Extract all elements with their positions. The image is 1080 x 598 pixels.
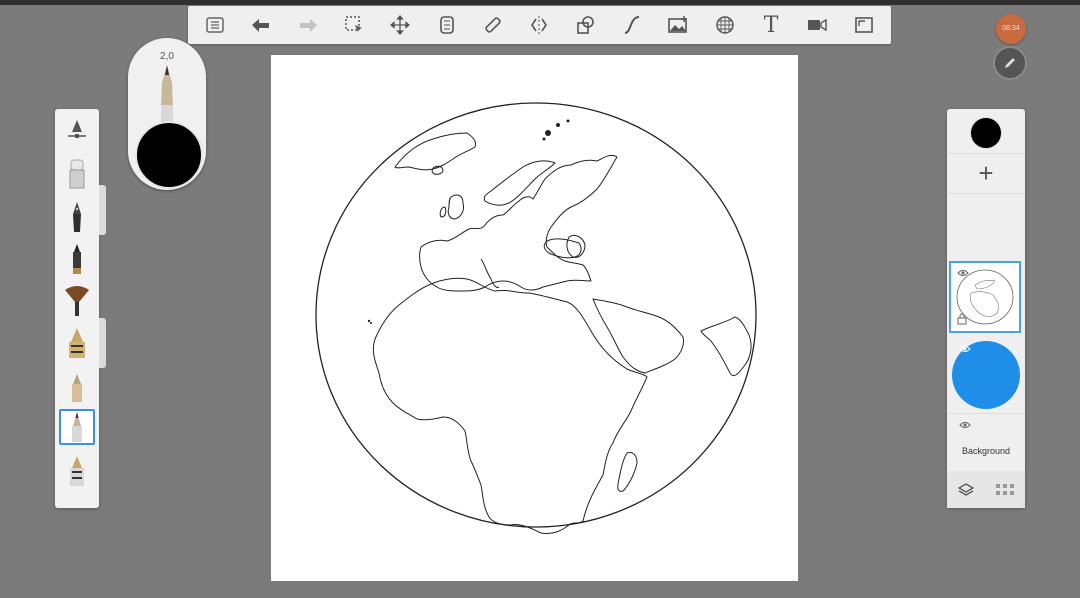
brush-eraser[interactable] — [59, 155, 95, 191]
shape-button[interactable] — [565, 6, 607, 44]
stylus-mode-button[interactable] — [993, 46, 1027, 80]
layer-globe-thumbnail[interactable] — [949, 261, 1021, 333]
paint-brush-icon — [69, 328, 85, 358]
symmetry-button[interactable] — [518, 6, 560, 44]
pencil-icon — [72, 412, 82, 442]
brush-fan[interactable] — [59, 283, 95, 319]
divider — [947, 413, 1025, 414]
panel-handle-lower[interactable] — [99, 318, 106, 368]
brush-paint[interactable] — [59, 325, 95, 361]
layer-color-swatch[interactable] — [970, 117, 1002, 149]
selection-icon — [345, 16, 363, 32]
menu-button[interactable] — [194, 6, 236, 44]
ruler-icon — [439, 16, 454, 34]
menu-icon — [206, 17, 224, 33]
fullscreen-icon — [855, 17, 873, 33]
brush-chisel[interactable] — [59, 453, 95, 489]
pencil-icon — [1005, 58, 1015, 68]
stroke-ruler-button[interactable] — [472, 6, 514, 44]
text-icon: T — [763, 12, 779, 38]
divider — [947, 153, 1025, 154]
account-avatar[interactable]: 08:34 — [996, 14, 1026, 44]
brush-airbrush[interactable] — [59, 369, 95, 405]
brush-settings-icon — [68, 120, 86, 138]
lock-icon[interactable] — [957, 313, 967, 325]
fan-brush-icon — [65, 286, 89, 316]
marker-icon — [73, 244, 81, 274]
curve-icon — [624, 16, 640, 34]
visibility-eye-icon[interactable] — [959, 421, 971, 429]
record-button[interactable] — [796, 6, 838, 44]
brush-size-label: 2,0 — [160, 51, 174, 62]
current-color-swatch[interactable] — [135, 121, 203, 189]
curve-button[interactable] — [611, 6, 653, 44]
layers-panel: + Background — [947, 109, 1025, 508]
status-strip — [0, 0, 1080, 5]
eraser-icon — [69, 159, 85, 189]
selection-button[interactable] — [333, 6, 375, 44]
brush-settings-button[interactable] — [59, 111, 95, 147]
divider — [947, 193, 1025, 194]
drawing-canvas[interactable] — [271, 55, 798, 581]
grid-icon[interactable] — [995, 483, 1015, 497]
chisel-icon — [70, 456, 84, 486]
visibility-eye-icon[interactable] — [957, 269, 969, 277]
top-toolbar: T — [188, 6, 891, 44]
ruler-button[interactable] — [426, 6, 468, 44]
brush-preview[interactable]: 2,0 — [128, 38, 206, 190]
perspective-ruler-icon — [485, 17, 501, 33]
shape-icon — [576, 16, 594, 34]
add-layer-button[interactable]: + — [947, 155, 1025, 191]
text-button[interactable]: T — [750, 6, 792, 44]
ink-pen-icon — [73, 202, 81, 232]
redo-icon — [299, 19, 317, 32]
transform-button[interactable] — [379, 6, 421, 44]
undo-icon — [252, 19, 270, 32]
airbrush-icon — [72, 374, 82, 402]
image-button[interactable] — [657, 6, 699, 44]
background-layer-label[interactable]: Background — [947, 446, 1025, 456]
brush-ink-pen[interactable] — [59, 199, 95, 235]
undo-button[interactable] — [240, 6, 282, 44]
brush-library-panel — [55, 109, 99, 508]
brush-marker[interactable] — [59, 241, 95, 277]
brush-pencil[interactable] — [59, 409, 95, 445]
account-badge-text: 08:34 — [1002, 25, 1020, 32]
layers-footer — [947, 471, 1025, 508]
globe-drawing — [315, 102, 757, 534]
symmetry-icon — [531, 16, 548, 34]
perspective-grid-icon — [716, 16, 734, 34]
panel-handle-upper[interactable] — [99, 185, 106, 235]
redo-button[interactable] — [287, 6, 329, 44]
perspective-button[interactable] — [704, 6, 746, 44]
visibility-eye-icon[interactable] — [959, 345, 971, 353]
image-icon — [668, 16, 688, 33]
fullscreen-button[interactable] — [843, 6, 885, 44]
layers-stack-icon[interactable] — [957, 482, 974, 497]
video-icon — [808, 18, 828, 32]
transform-icon — [390, 14, 411, 36]
